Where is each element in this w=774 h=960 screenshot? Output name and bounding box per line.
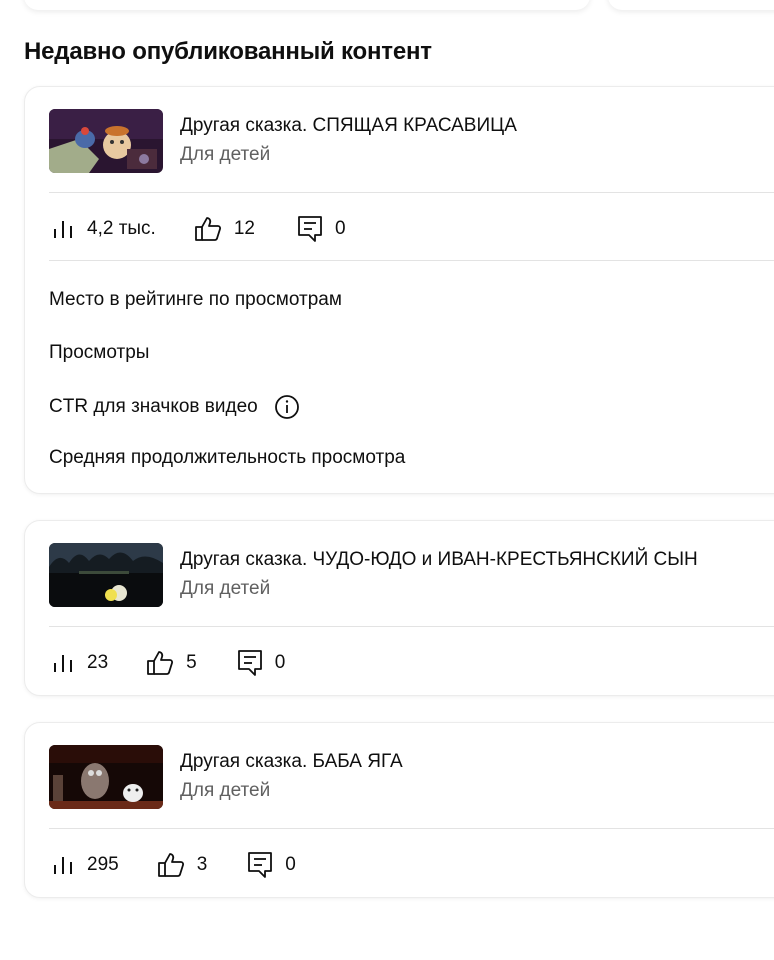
metric-views: Просмотры: [49, 342, 150, 363]
previous-cards-edge: [0, 0, 774, 14]
video-category: Для детей: [180, 578, 271, 599]
video-thumbnail[interactable]: [49, 745, 163, 809]
comment-icon: [237, 650, 262, 676]
metric-rank-by-views: Место в рейтинге по просмотрам: [49, 289, 342, 310]
divider: [49, 626, 774, 627]
thumbs-up-icon: [147, 651, 174, 675]
video-thumbnail[interactable]: [49, 109, 163, 173]
video-card: Другая сказка. СПЯЩАЯ КРАСАВИЦА Для дете…: [24, 86, 774, 494]
metric-ctr: CTR для значков видео: [49, 394, 300, 420]
section-title: Недавно опубликованный контент: [24, 38, 432, 65]
previous-card: [24, 0, 590, 10]
video-category: Для детей: [180, 780, 271, 801]
bar-chart-icon: [54, 221, 72, 238]
video-title[interactable]: Другая сказка. ЧУДО-ЮДО и ИВАН-КРЕСТЬЯНС…: [180, 549, 698, 571]
video-title[interactable]: Другая сказка. БАБА ЯГА: [180, 751, 403, 773]
divider: [49, 260, 774, 261]
metric-ctr-label: CTR для значков видео: [49, 396, 258, 417]
likes-stat: 12: [194, 216, 255, 242]
likes-count: 5: [186, 652, 197, 673]
video-title[interactable]: Другая сказка. СПЯЩАЯ КРАСАВИЦА: [180, 115, 517, 137]
info-icon[interactable]: [274, 394, 300, 420]
video-row[interactable]: Другая сказка. СПЯЩАЯ КРАСАВИЦА Для дете…: [49, 109, 517, 173]
comment-icon: [298, 216, 322, 242]
video-category: Для детей: [180, 144, 271, 165]
bar-chart-icon: [54, 655, 72, 672]
video-card: Другая сказка. БАБА ЯГА Для детей 295 3: [24, 722, 774, 898]
views-count: 23: [87, 652, 109, 673]
comments-count: 0: [274, 652, 286, 673]
bar-chart-icon: [54, 857, 72, 874]
likes-count: 12: [233, 218, 255, 239]
divider: [49, 192, 774, 193]
thumbs-up-icon: [157, 853, 184, 877]
views-stat: 23: [51, 651, 108, 675]
previous-card: [608, 0, 774, 10]
comments-count: 0: [334, 218, 346, 239]
video-row[interactable]: Другая сказка. ЧУДО-ЮДО и ИВАН-КРЕСТЬЯНС…: [49, 543, 698, 607]
thumbs-up-icon: [194, 217, 221, 241]
comments-stat: 0: [297, 215, 346, 243]
comment-icon: [248, 852, 273, 878]
views-stat: 295: [51, 853, 119, 877]
comments-stat: 0: [247, 851, 296, 879]
views-count: 4,2 тыс.: [87, 218, 156, 239]
video-stats: 295 3 0: [51, 851, 296, 879]
video-row[interactable]: Другая сказка. БАБА ЯГА Для детей: [49, 745, 403, 809]
likes-count: 3: [196, 854, 208, 875]
views-count: 295: [87, 854, 119, 875]
video-card: Другая сказка. ЧУДО-ЮДО и ИВАН-КРЕСТЬЯНС…: [24, 520, 774, 696]
likes-stat: 3: [157, 852, 208, 878]
video-stats: 4,2 тыс. 12 0: [51, 215, 346, 243]
metric-avg-view-duration: Средняя продолжительность просмотра: [49, 447, 406, 468]
likes-stat: 5: [146, 650, 197, 676]
divider: [49, 828, 774, 829]
comments-count: 0: [285, 854, 296, 875]
views-stat: 4,2 тыс.: [51, 217, 156, 241]
video-stats: 23 5 0: [51, 649, 285, 677]
comments-stat: 0: [237, 649, 286, 677]
video-thumbnail[interactable]: [49, 543, 163, 607]
